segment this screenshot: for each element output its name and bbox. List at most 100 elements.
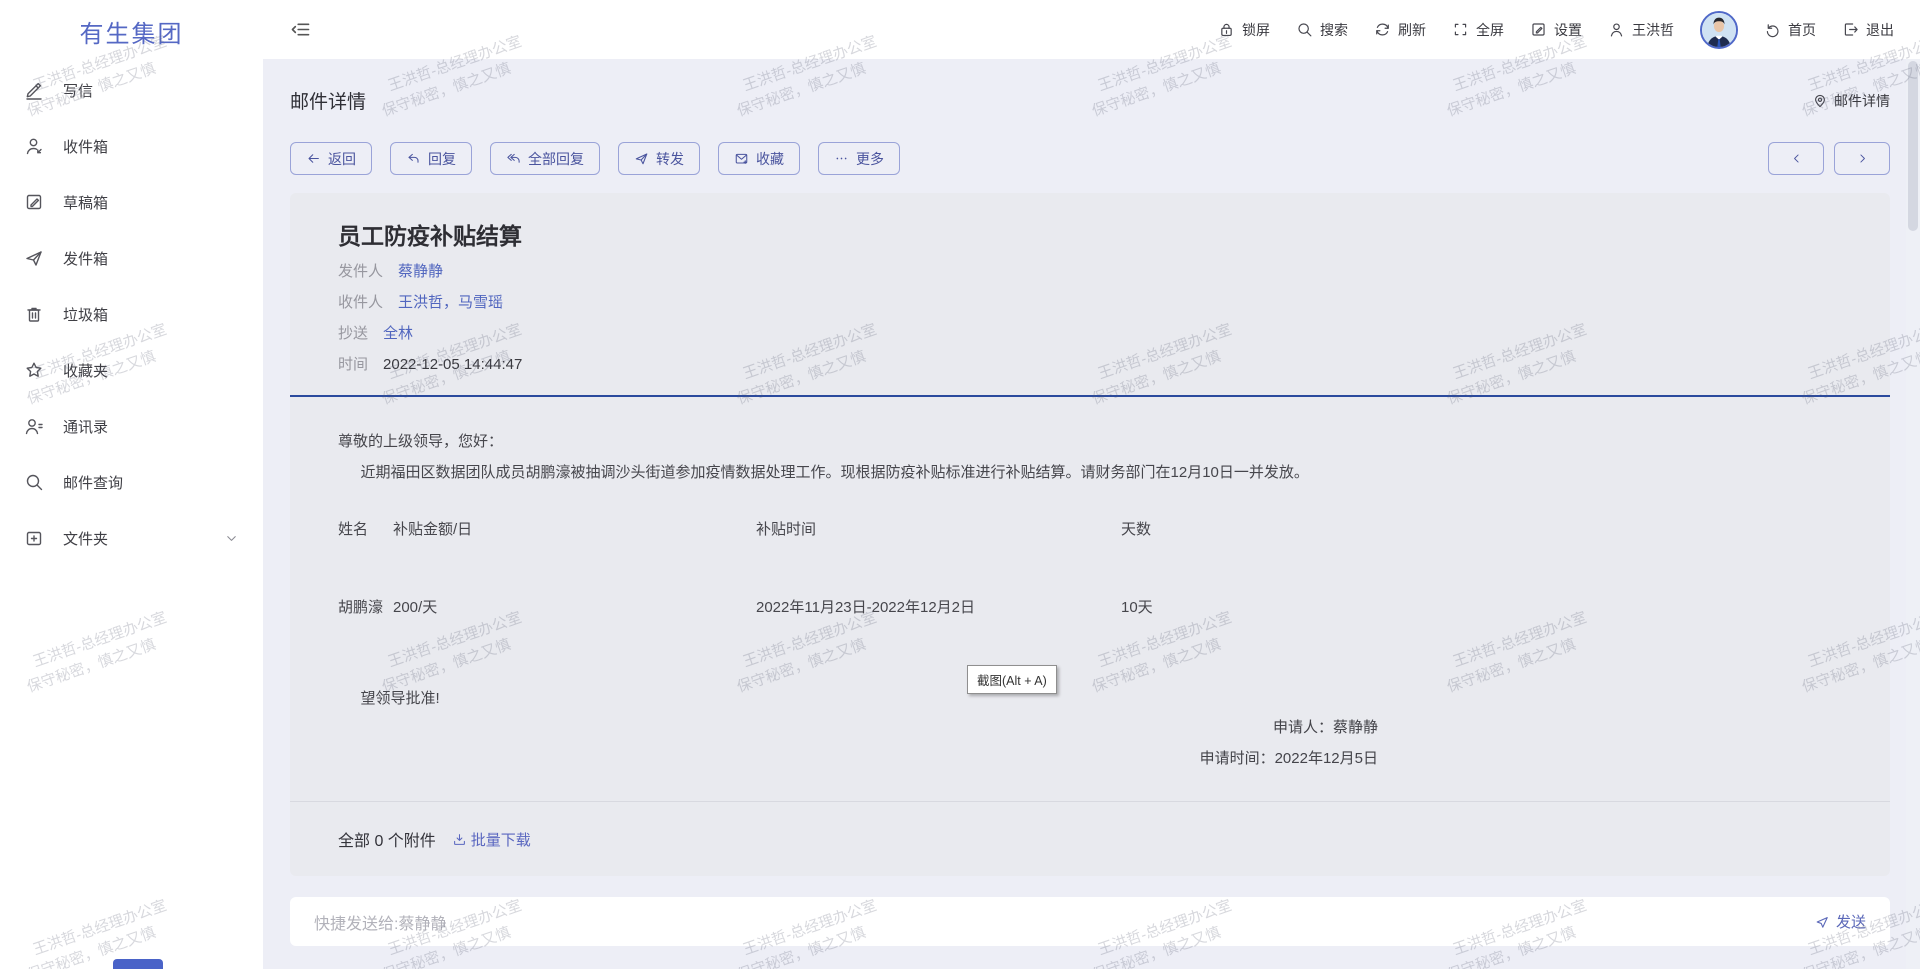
app-root: 有生集团 写信收件箱草稿箱发件箱垃圾箱收藏夹通讯录邮件查询文件夹 锁屏搜索刷新全…: [0, 0, 1920, 969]
search-icon: [24, 472, 44, 492]
sidebar-item-inbox[interactable]: 收件箱: [0, 118, 263, 174]
topbar-action-label: 全屏: [1476, 20, 1504, 40]
scrollbar-track: [1906, 59, 1920, 969]
download-icon: [452, 832, 467, 847]
topbar-action-lock-screen[interactable]: 锁屏: [1218, 20, 1270, 40]
sidebar-item-folders[interactable]: 文件夹: [0, 510, 263, 566]
table-header-cell: 补贴时间: [756, 519, 1121, 540]
draft-icon: [24, 192, 44, 212]
mail-subject: 员工防疫补贴结算: [338, 221, 1842, 251]
mail-table-row: 胡鹏濠200/天2022年11月23日-2022年12月2日10天: [338, 597, 1842, 618]
trash-icon: [24, 304, 44, 324]
star-icon: [24, 360, 44, 380]
topbar-action-home[interactable]: 首页: [1764, 20, 1816, 40]
quick-send-input[interactable]: 快捷发送给:蔡静静: [314, 910, 1814, 934]
mail-meta-row: 抄送全林: [338, 324, 1842, 344]
sidebar-item-compose[interactable]: 写信: [0, 62, 263, 118]
send-button[interactable]: 发送: [1814, 911, 1866, 932]
sidebar-item-label: 发件箱: [63, 248, 108, 269]
reply-icon: [406, 151, 421, 166]
chevron-left-icon: [1790, 152, 1803, 165]
topbar-action-label: 设置: [1554, 20, 1582, 40]
reply-all-button[interactable]: 全部回复: [490, 142, 600, 175]
reply-button[interactable]: 回复: [390, 142, 472, 175]
topbar-action-settings[interactable]: 设置: [1530, 20, 1582, 40]
applicant-line: 申请人：蔡静静: [338, 717, 1378, 738]
folder-plus-icon: [24, 528, 44, 548]
topbar-action-search[interactable]: 搜索: [1296, 20, 1348, 40]
batch-download-link[interactable]: 批量下载: [452, 829, 531, 850]
table-header-cell: 补贴金额/日: [393, 519, 756, 540]
button-label: 返回: [328, 149, 356, 169]
collapse-sidebar-icon[interactable]: [289, 18, 312, 41]
content-head: 邮件详情 邮件详情: [290, 87, 1890, 114]
location-pin-icon: [1812, 93, 1828, 109]
sidebar: 有生集团 写信收件箱草稿箱发件箱垃圾箱收藏夹通讯录邮件查询文件夹: [0, 0, 263, 969]
user-icon: [1608, 21, 1625, 38]
sidebar-item-label: 垃圾箱: [63, 304, 108, 325]
topbar-action-current-user[interactable]: 王洪哲: [1608, 20, 1674, 40]
mail-meta: 发件人蔡静静收件人王洪哲，马雪瑶抄送全林时间2022-12-05 14:44:4…: [338, 262, 1842, 375]
meta-value: 2022-12-05 14:44:47: [383, 355, 522, 375]
favorite-button[interactable]: 收藏: [718, 142, 800, 175]
sidebar-nav: 写信收件箱草稿箱发件箱垃圾箱收藏夹通讯录邮件查询文件夹: [0, 62, 263, 566]
pencil-icon: [24, 80, 44, 100]
button-label: 全部回复: [528, 149, 584, 169]
next-mail-button[interactable]: [1834, 142, 1890, 175]
send-icon: [24, 248, 44, 268]
table-cell: 200/天: [393, 597, 756, 618]
mail-closing: 望领导批准!: [338, 688, 1842, 709]
topbar-action-refresh[interactable]: 刷新: [1374, 20, 1426, 40]
sidebar-bottom-accent: [113, 959, 163, 969]
sidebar-item-mail-search[interactable]: 邮件查询: [0, 454, 263, 510]
forward-button[interactable]: 转发: [618, 142, 700, 175]
table-cell: 2022年11月23日-2022年12月2日: [756, 597, 1121, 618]
sidebar-item-trash[interactable]: 垃圾箱: [0, 286, 263, 342]
mail-star-icon: [734, 151, 749, 166]
button-label: 转发: [656, 149, 684, 169]
topbar-action-label: 退出: [1866, 20, 1894, 40]
meta-value-link[interactable]: 全林: [383, 324, 413, 344]
sidebar-item-label: 文件夹: [63, 528, 108, 549]
mail-meta-row: 收件人王洪哲，马雪瑶: [338, 293, 1842, 313]
toolbar-buttons: 返回 回复 全部回复 转发 收藏 更多: [290, 142, 900, 175]
topbar-action-logout[interactable]: 退出: [1842, 20, 1894, 40]
sidebar-item-favorites[interactable]: 收藏夹: [0, 342, 263, 398]
topbar-action-label: 搜索: [1320, 20, 1348, 40]
attachments-summary: 全部 0 个附件: [338, 827, 436, 851]
user-avatar[interactable]: [1700, 11, 1738, 49]
sidebar-item-drafts[interactable]: 草稿箱: [0, 174, 263, 230]
page-title: 邮件详情: [290, 87, 366, 114]
meta-value-link[interactable]: 蔡静静: [398, 262, 443, 282]
meta-label: 收件人: [338, 293, 383, 313]
button-label: 收藏: [756, 149, 784, 169]
send-label: 发送: [1836, 911, 1866, 932]
breadcrumb-label: 邮件详情: [1834, 91, 1890, 111]
home-icon: [1764, 21, 1781, 38]
sidebar-item-label: 收件箱: [63, 136, 108, 157]
scrollbar-thumb[interactable]: [1908, 61, 1918, 231]
sidebar-item-sent[interactable]: 发件箱: [0, 230, 263, 286]
topbar-action-fullscreen[interactable]: 全屏: [1452, 20, 1504, 40]
more-icon: [834, 151, 849, 166]
meta-label: 发件人: [338, 262, 383, 282]
quick-send-bar: 快捷发送给:蔡静静 发送: [290, 897, 1890, 946]
applicant-block: 申请人：蔡静静 申请时间：2022年12月5日: [338, 717, 1378, 769]
meta-value-link[interactable]: 王洪哲，马雪瑶: [398, 293, 503, 313]
more-button[interactable]: 更多: [818, 142, 900, 175]
prev-mail-button[interactable]: [1768, 142, 1824, 175]
screenshot-tooltip: 截图(Alt + A): [967, 665, 1057, 694]
logout-icon: [1842, 21, 1859, 38]
sidebar-item-contacts[interactable]: 通讯录: [0, 398, 263, 454]
topbar-actions: 锁屏 搜索 刷新 全屏 设置 王洪哲 首页 退出: [1218, 11, 1894, 49]
button-label: 更多: [856, 149, 884, 169]
attachments-row: 全部 0 个附件 批量下载: [290, 802, 1890, 876]
pagination: [1768, 142, 1890, 175]
table-cell: 胡鹏濠: [338, 597, 393, 618]
content: 邮件详情 邮件详情 返回 回复 全部回复 转发 收藏 更多 员工防疫补贴结算 发件人蔡静静…: [263, 59, 1920, 969]
mail-table-head: 姓名补贴金额/日补贴时间天数: [338, 519, 1842, 540]
inbox-user-icon: [24, 136, 44, 156]
table-header-cell: 姓名: [338, 519, 393, 540]
back-button[interactable]: 返回: [290, 142, 372, 175]
contacts-icon: [24, 416, 44, 436]
